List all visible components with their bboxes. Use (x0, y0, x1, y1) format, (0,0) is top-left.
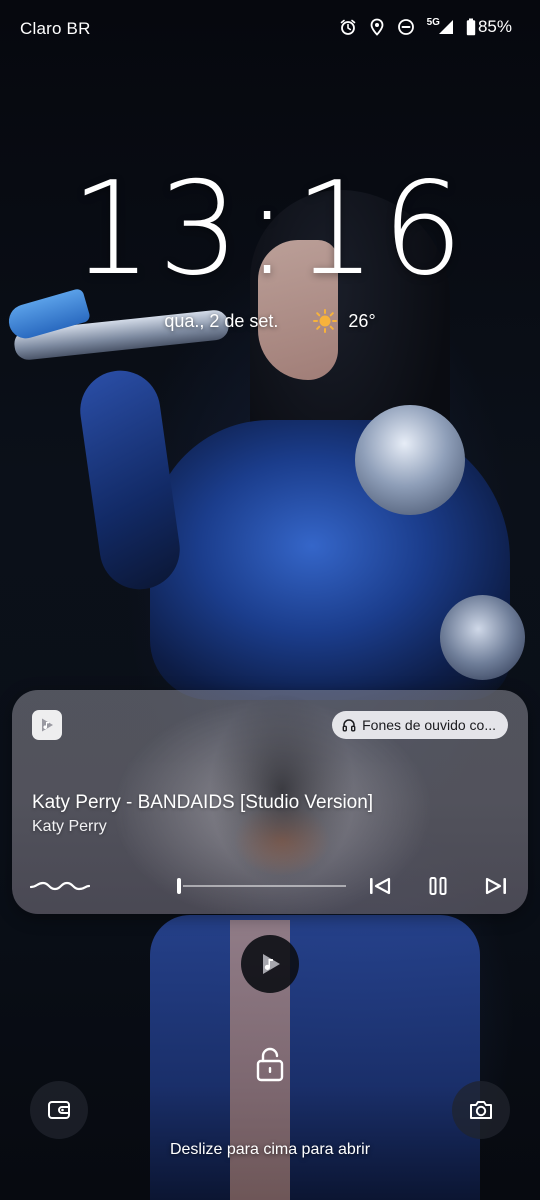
progress-thumb[interactable] (177, 878, 181, 894)
youtube-music-icon[interactable] (32, 710, 62, 740)
progress-played-wave (30, 881, 90, 891)
next-button[interactable] (478, 870, 514, 902)
song-artist: Katy Perry (32, 818, 107, 835)
battery-icon: 85% (466, 17, 512, 37)
wallpaper-arm-shape (75, 365, 185, 595)
battery-level: 85% (477, 17, 512, 36)
status-icons: 5G 85% (339, 17, 512, 37)
music-shortcut-button[interactable] (241, 935, 299, 993)
lock-screen: Claro BR 5G 85% 13:16 qua., 2 de set. 26… (0, 0, 540, 1200)
location-icon (369, 18, 385, 36)
playback-progress-bar[interactable] (30, 874, 346, 898)
wallet-shortcut-button[interactable] (30, 1081, 88, 1139)
pause-button[interactable] (420, 870, 456, 902)
status-bar: Claro BR 5G 85% (0, 0, 540, 58)
do-not-disturb-icon (397, 18, 415, 36)
camera-icon (470, 1101, 492, 1119)
sun-icon (312, 308, 338, 334)
wallpaper-elbow-shape (440, 595, 525, 680)
signal-icon: 5G (426, 16, 454, 35)
carrier-name: Claro BR (20, 19, 91, 38)
alarm-icon (339, 18, 357, 36)
output-device-chip[interactable]: Fones de ouvido co... (332, 711, 508, 739)
output-device-label: Fones de ouvido co... (362, 717, 496, 733)
media-player-card[interactable]: Fones de ouvido co... Katy Perry - BANDA… (12, 690, 528, 914)
wallet-icon (48, 1101, 70, 1119)
lockscreen-clock: 13:16 (70, 155, 470, 304)
wallpaper-shoulder-shape (355, 405, 465, 515)
pause-icon (429, 877, 447, 895)
headphones-icon (342, 719, 356, 732)
lock-icon (256, 1046, 284, 1082)
song-title: Katy Perry - BANDAIDS [Studio Version] (32, 792, 374, 813)
playback-controls (362, 870, 514, 902)
next-icon (485, 877, 506, 895)
youtube-music-icon (263, 954, 280, 974)
network-type: 5G (426, 16, 440, 28)
weather-temperature[interactable]: 26° (348, 311, 375, 332)
camera-shortcut-button[interactable] (452, 1081, 510, 1139)
date-weather-row: qua., 2 de set. 26° (0, 308, 540, 334)
progress-remaining-track (183, 885, 346, 887)
previous-icon (370, 877, 391, 895)
previous-button[interactable] (362, 870, 398, 902)
swipe-up-hint: Deslize para cima para abrir (169, 1141, 371, 1158)
lockscreen-date[interactable]: qua., 2 de set. (164, 311, 278, 332)
